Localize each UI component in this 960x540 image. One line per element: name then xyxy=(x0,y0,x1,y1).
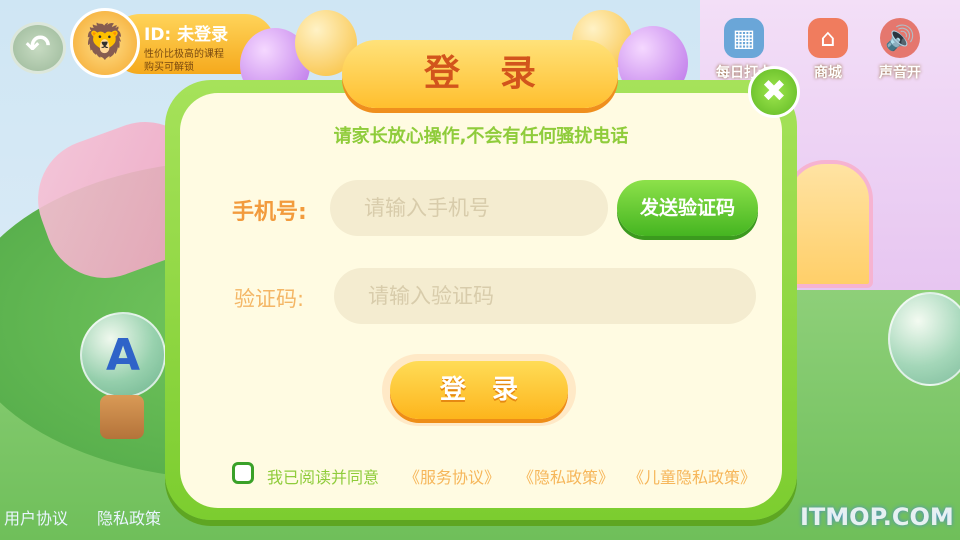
calendar-icon: ▦ xyxy=(724,18,764,58)
service-agreement-link[interactable]: 《服务协议》 xyxy=(404,464,500,488)
child-privacy-policy-link[interactable]: 《儿童隐私政策》 xyxy=(628,464,756,488)
phone-input[interactable] xyxy=(330,180,608,236)
send-code-button[interactable]: 发送验证码 xyxy=(617,180,758,236)
shop-icon: ⌂ xyxy=(808,18,848,58)
dialog-title: 登录 xyxy=(342,40,618,108)
speaker-icon: 🔊 xyxy=(880,18,920,58)
code-label: 验证码: xyxy=(234,287,305,311)
checklist-bubble[interactable] xyxy=(888,292,960,386)
back-arrow-icon: ↶ xyxy=(25,29,51,64)
house-door xyxy=(785,160,873,288)
agree-text: 我已阅读并同意 xyxy=(267,468,380,487)
letter-bubble[interactable]: A xyxy=(80,312,166,398)
back-button[interactable]: ↶ xyxy=(10,22,66,74)
privacy-policy-link[interactable]: 隐私政策 xyxy=(97,505,161,529)
letter-a-icon: A xyxy=(105,330,141,381)
watermark: ITMOP.COM xyxy=(800,503,954,531)
privacy-policy-dialog-link[interactable]: 《隐私政策》 xyxy=(518,464,614,488)
sound-label: 声音开 xyxy=(879,65,921,81)
lion-avatar: 🦁 xyxy=(70,8,140,78)
sound-toggle-button[interactable]: 🔊 声音开 xyxy=(872,18,928,82)
phone-label: 手机号: xyxy=(232,200,307,225)
user-agreement-link[interactable]: 用户协议 xyxy=(4,505,68,529)
agree-checkbox[interactable] xyxy=(232,462,254,484)
shop-button[interactable]: ⌂ 商城 xyxy=(800,18,856,82)
verification-code-input[interactable] xyxy=(334,268,756,324)
dialog-subtitle: 请家长放心操作,不会有任何骚扰电话 xyxy=(333,126,629,147)
profile-id: ID: 未登录 xyxy=(144,25,229,45)
shop-label: 商城 xyxy=(814,65,842,81)
tree-stump xyxy=(100,395,144,439)
login-button[interactable]: 登录 xyxy=(390,361,568,419)
close-icon[interactable]: ✖ xyxy=(748,66,800,118)
